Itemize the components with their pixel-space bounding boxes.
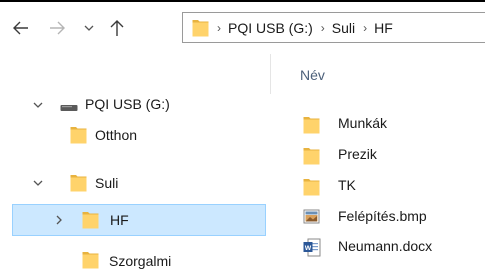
folder-icon (70, 125, 87, 144)
breadcrumb-item[interactable]: PQI USB (G:) (228, 20, 313, 36)
tree-item-suli[interactable]: Suli (0, 168, 270, 198)
list-item-label: Prezik (338, 146, 377, 162)
list-item-tk[interactable]: TK (270, 173, 485, 199)
tree-item-label: HF (110, 212, 129, 228)
recent-locations-button[interactable] (79, 13, 99, 43)
list-item-felepites[interactable]: Felépítés.bmp (270, 204, 485, 230)
chevron-right-icon[interactable] (53, 214, 65, 226)
arrow-right-icon (50, 21, 65, 35)
chevron-down-icon[interactable] (32, 99, 44, 111)
word-document-icon: w (303, 238, 321, 260)
list-item-label: Munkák (338, 115, 388, 131)
tree-item-label: Otthon (95, 127, 138, 143)
list-item-label: Neumann.docx (338, 238, 433, 254)
breadcrumb-separator: › (320, 20, 325, 35)
column-header-name[interactable]: Név (270, 54, 485, 94)
folder-icon (192, 18, 209, 37)
chevron-down-icon[interactable] (32, 177, 44, 189)
svg-text:w: w (304, 243, 312, 252)
breadcrumb-separator: › (363, 20, 368, 35)
breadcrumb-item[interactable]: Suli (332, 20, 355, 36)
address-bar[interactable]: › PQI USB (G:) › Suli › HF (182, 12, 485, 43)
chevron-down-icon (84, 25, 94, 31)
folder-icon (303, 146, 320, 168)
tree-item-label: Suli (95, 175, 119, 191)
tree-item-label: Szorgalmi (109, 253, 172, 269)
file-list: Név Munkák Prezik TK Felépítés.bmp w Neu… (270, 54, 485, 271)
tree-item-label: PQI USB (G:) (85, 96, 170, 112)
usb-drive-icon (60, 100, 78, 116)
breadcrumb-separator: › (217, 20, 221, 35)
window-top-edge (0, 0, 485, 2)
folder-icon (82, 210, 99, 229)
folder-icon (82, 250, 99, 269)
tree-item-otthon[interactable]: Otthon (0, 120, 270, 150)
list-item-prezik[interactable]: Prezik (270, 142, 485, 168)
folder-icon (303, 115, 320, 137)
bitmap-file-icon (303, 208, 320, 228)
list-item-label: Felépítés.bmp (338, 208, 427, 224)
folder-icon (303, 177, 320, 199)
list-item-neumann[interactable]: w Neumann.docx (270, 234, 485, 260)
up-button[interactable] (104, 13, 130, 43)
list-item-munkak[interactable]: Munkák (270, 111, 485, 137)
tree-item-hf[interactable]: HF (12, 204, 266, 236)
column-header-label: Név (300, 67, 325, 83)
forward-button[interactable] (44, 13, 70, 43)
arrow-up-icon (110, 20, 124, 36)
back-button[interactable] (8, 13, 34, 43)
tree-item-usb-drive[interactable]: PQI USB (G:) (0, 90, 270, 120)
arrow-left-icon (13, 21, 28, 35)
folder-icon (70, 173, 87, 192)
list-item-label: TK (338, 177, 356, 193)
breadcrumb-item[interactable]: HF (374, 20, 393, 36)
